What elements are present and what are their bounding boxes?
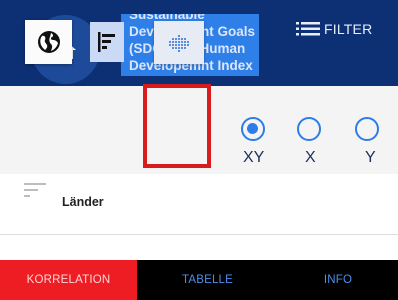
filter-button[interactable]: FILTER: [296, 20, 372, 38]
radio-xy-selected-dot: [247, 123, 258, 134]
bottom-navigation: KORRELATION TABELLE INFO: [0, 260, 398, 300]
sort-lines-icon: [24, 183, 46, 197]
radio-xy[interactable]: [241, 117, 265, 141]
map-view-button[interactable]: [25, 20, 72, 64]
globe-icon: [37, 31, 60, 53]
radio-y-label: Y: [365, 149, 376, 166]
filter-label: FILTER: [324, 21, 373, 37]
tab-info[interactable]: INFO: [278, 260, 398, 300]
filter-list-icon: [296, 22, 320, 36]
dot-grid-icon: [169, 34, 189, 52]
divider: [0, 234, 398, 235]
sort-label: Länder: [62, 195, 104, 209]
sort-header-row[interactable]: [0, 174, 398, 224]
radio-y[interactable]: [355, 117, 379, 141]
radio-x-label: X: [305, 149, 316, 166]
tab-korrelation[interactable]: KORRELATION: [0, 260, 137, 300]
ranking-view-button[interactable]: [90, 22, 124, 62]
radio-x[interactable]: [297, 117, 321, 141]
view-toolbar: [0, 86, 398, 174]
radio-xy-label: XY: [243, 149, 265, 166]
left-aligned-bars-icon: [98, 32, 115, 52]
tab-tabelle[interactable]: TABELLE: [137, 260, 278, 300]
scatter-view-button[interactable]: [154, 21, 204, 64]
